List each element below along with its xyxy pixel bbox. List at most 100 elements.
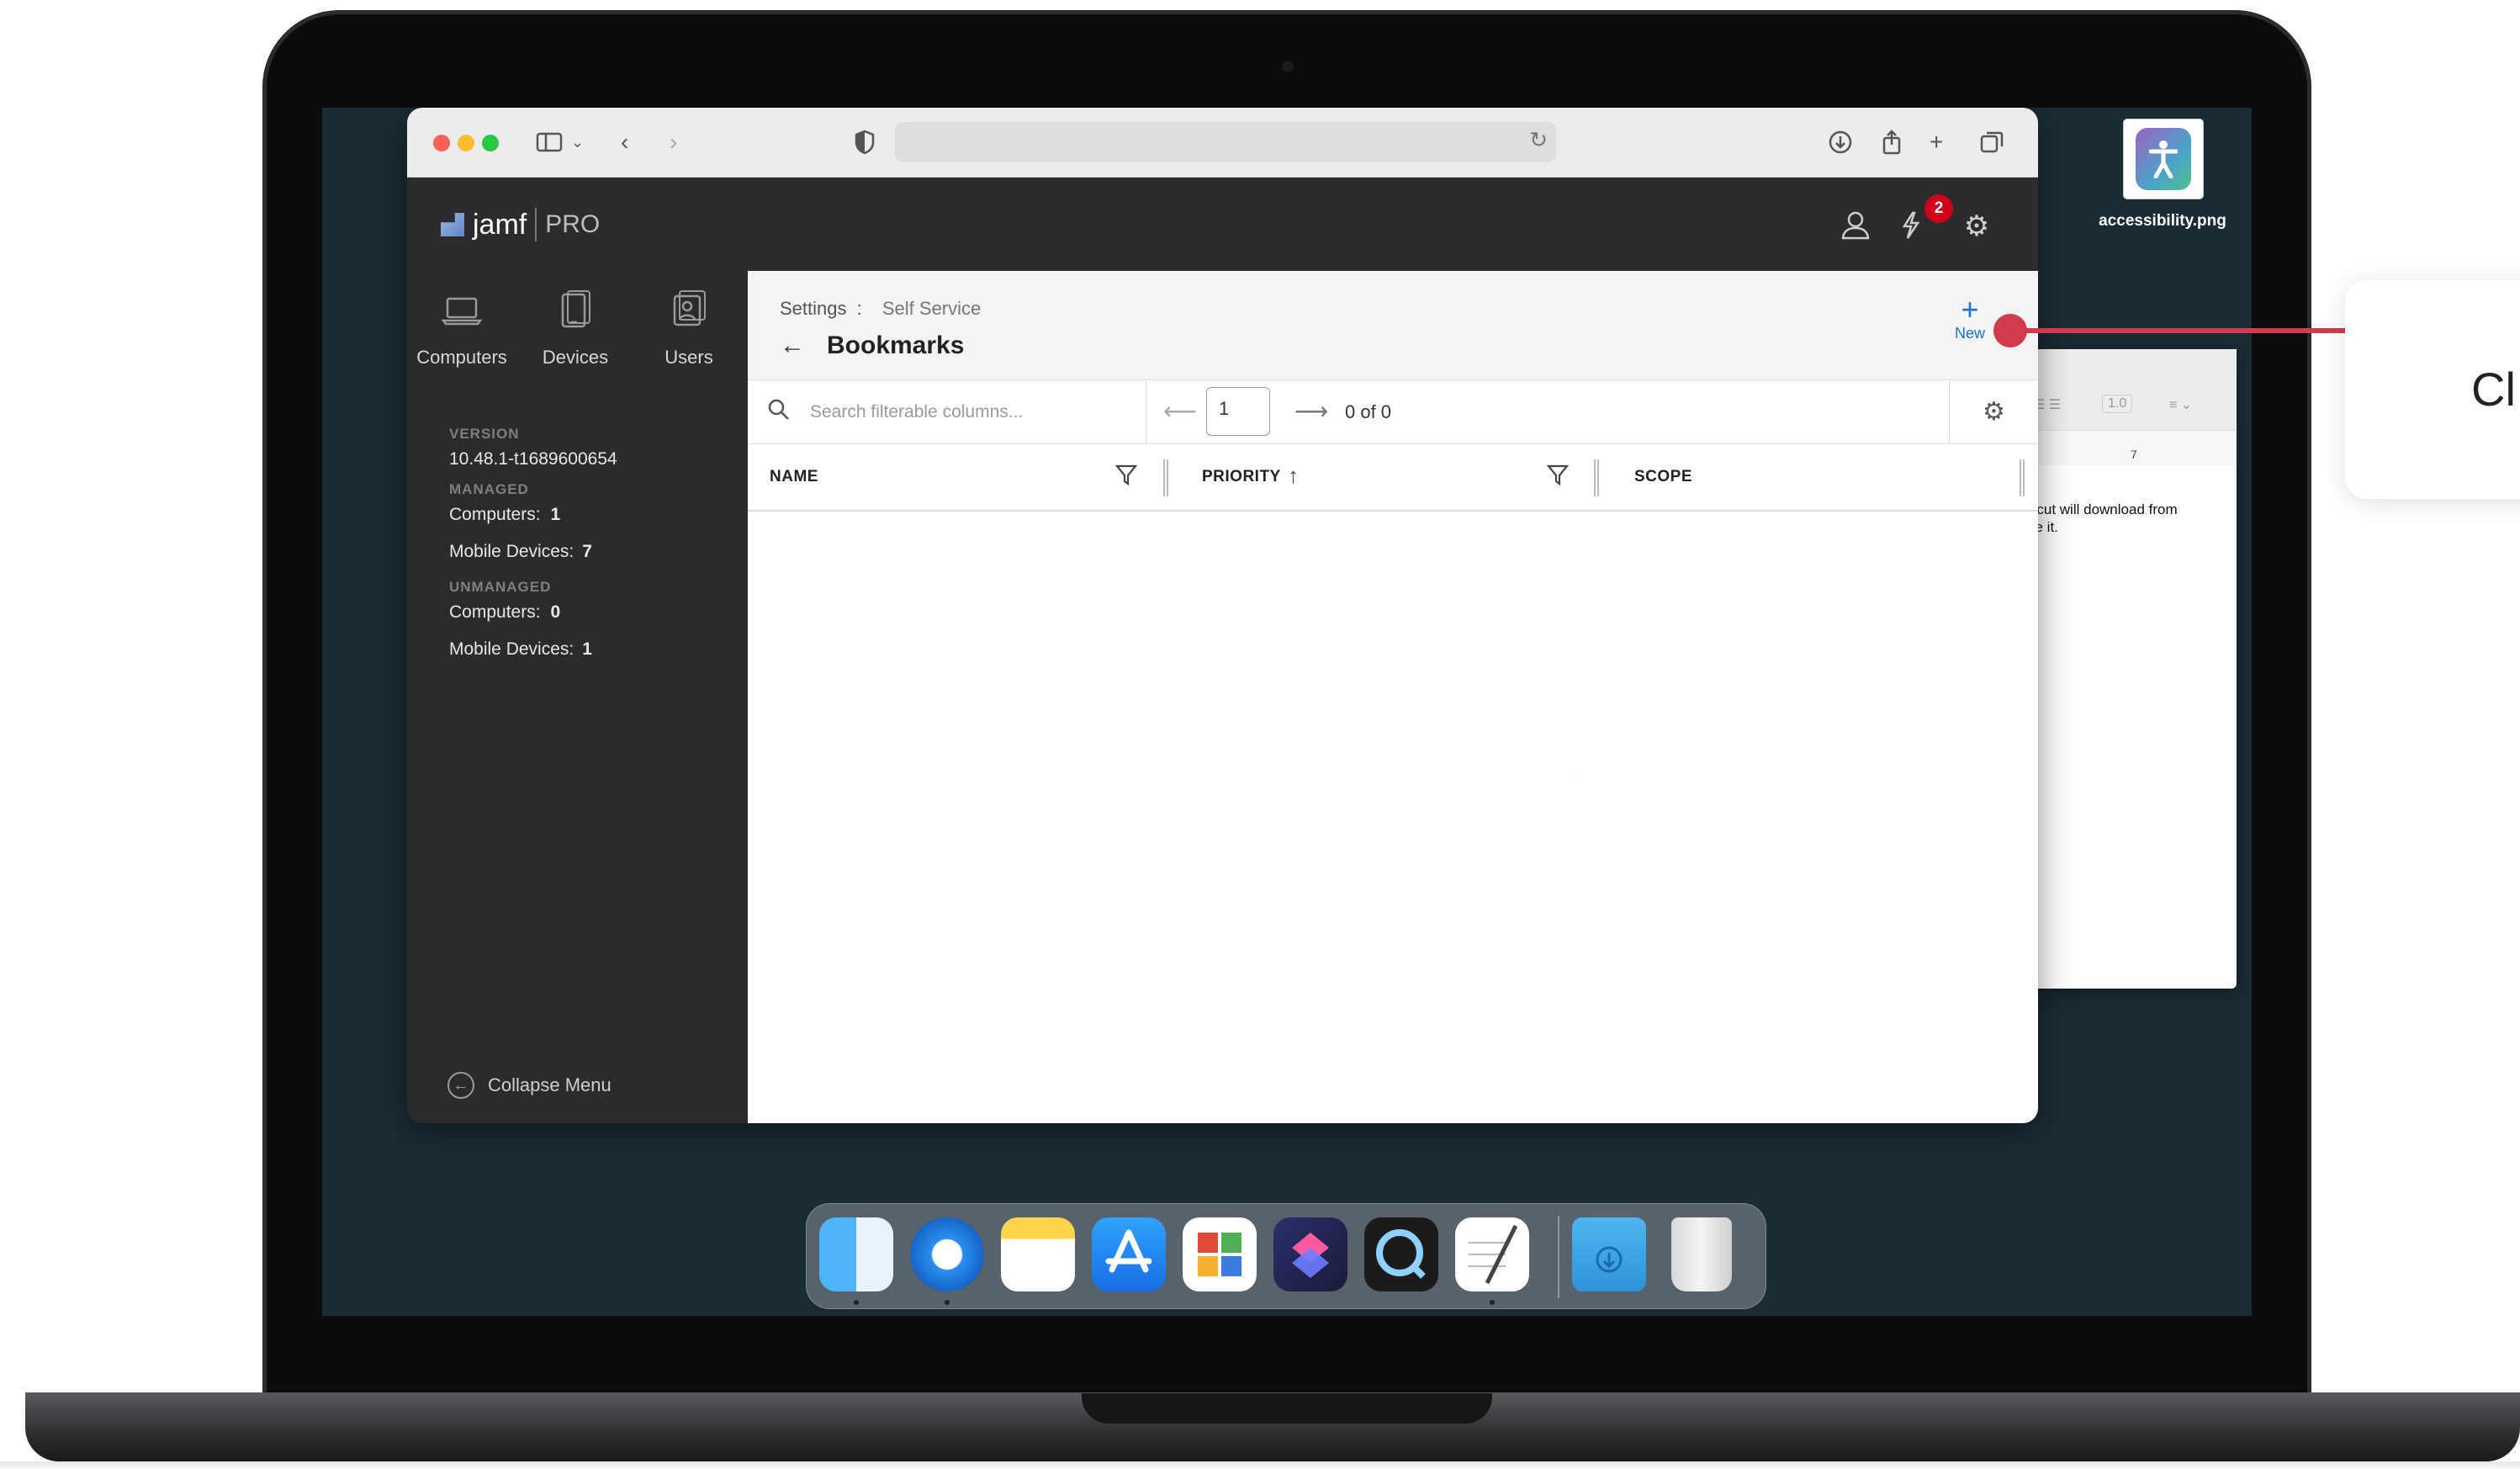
managed-mobile-devices: Mobile Devices: 7 [449, 542, 617, 562]
previous-page-button[interactable]: ⟵ [1163, 397, 1197, 425]
search-field[interactable]: Search filterable columns... [748, 380, 1146, 444]
stat-label: Mobile Devices: [449, 542, 574, 561]
desktop-screen: accessibility.png ☰ ☰ 1.0 ≡ ⌄ 6 7 rtcut … [322, 108, 2252, 1316]
breadcrumb-settings[interactable]: Settings [780, 298, 847, 319]
sidebar-item-users[interactable]: Users [634, 288, 744, 369]
column-header-scope[interactable]: SCOPE [1634, 468, 1692, 486]
brand-name: jamf [473, 208, 527, 241]
next-page-button[interactable]: ⟶ [1294, 397, 1328, 425]
breadcrumb: Settings : Self Service [780, 298, 981, 320]
collapse-menu-label: Collapse Menu [488, 1074, 611, 1095]
page-header: Settings : Self Service ← Bookmarks + Ne… [748, 271, 2038, 380]
callout-line [2010, 328, 2347, 333]
breadcrumb-self-service[interactable]: Self Service [882, 298, 981, 319]
column-resize-handle[interactable] [1163, 459, 1168, 496]
sidebar-toggle-icon[interactable] [535, 128, 564, 156]
column-resize-handle[interactable] [2020, 459, 2025, 496]
dock-separator [1558, 1216, 1559, 1298]
downloads-folder-icon[interactable] [1572, 1217, 1646, 1291]
browser-toolbar: ⌄ ‹ › ↻ + [407, 108, 2038, 178]
notes-app-icon[interactable] [1001, 1217, 1075, 1291]
forward-icon[interactable]: › [670, 128, 677, 156]
address-bar[interactable]: ↻ [895, 122, 1556, 162]
sidebar-item-label: Users [664, 347, 713, 368]
close-window-button[interactable] [433, 135, 450, 151]
page-count: 0 of 0 [1345, 401, 1392, 422]
browser-window: ⌄ ‹ › ↻ + jamf PRO 2 ⚙ Computers Devices… [407, 108, 2038, 1123]
back-icon[interactable]: ‹ [621, 128, 628, 156]
document-line-2: se it. [2028, 519, 2058, 535]
stat-value: 0 [550, 602, 561, 622]
breadcrumb-separator: : [856, 298, 862, 319]
filter-icon[interactable] [1114, 463, 1138, 492]
devices-icon [521, 288, 630, 347]
chevron-down-icon[interactable]: ⌄ [571, 128, 584, 156]
minimize-window-button[interactable] [458, 135, 474, 151]
sidebar-item-label: Devices [542, 347, 609, 368]
stat-value: 7 [582, 542, 592, 561]
list-icon: ≡ ⌄ [2169, 398, 2193, 412]
callout-dot [1993, 314, 2027, 347]
app-store-icon[interactable] [1092, 1217, 1166, 1291]
main-content: Settings : Self Service ← Bookmarks + Ne… [748, 271, 2038, 1123]
tab-overview-icon[interactable] [1978, 128, 2005, 156]
search-placeholder: Search filterable columns... [810, 402, 1024, 422]
self-service-app-icon[interactable] [1183, 1217, 1257, 1291]
stat-label: Mobile Devices: [449, 639, 574, 659]
document-ruler: 6 7 [2021, 430, 2237, 465]
collapse-menu-button[interactable]: ← Collapse Menu [447, 1072, 611, 1099]
new-button[interactable]: + New [1949, 294, 1991, 342]
arrow-left-circle-icon: ← [447, 1072, 474, 1099]
user-icon[interactable] [1837, 208, 1874, 245]
stat-value: 1 [582, 639, 592, 659]
page: accessibility.png ☰ ☰ 1.0 ≡ ⌄ 6 7 rtcut … [0, 0, 2520, 1469]
new-tab-icon[interactable]: + [1930, 128, 1943, 156]
new-button-label: New [1954, 325, 1985, 342]
stat-label: Computers: [449, 602, 541, 622]
table-toolbar: Search filterable columns... ⟵ 1 ⟶ 0 of … [748, 380, 2038, 444]
filter-icon[interactable] [1546, 463, 1570, 492]
camera [1282, 61, 1294, 72]
table-settings-gear-icon[interactable]: ⚙ [1949, 380, 2038, 444]
image-file-icon[interactable] [2124, 119, 2203, 199]
column-header-priority[interactable]: PRIORITY [1202, 468, 1281, 486]
instance-stats: VERSION 10.48.1-t1689600654 MANAGED Comp… [449, 414, 617, 660]
sidebar: Computers Devices Users VERSION 10.48.1-… [407, 271, 748, 1123]
reload-icon[interactable]: ↻ [1529, 127, 1548, 153]
sidebar-item-computers[interactable]: Computers [407, 288, 516, 369]
brand-suffix: PRO [545, 210, 601, 238]
finder-app-icon[interactable] [819, 1217, 893, 1291]
back-arrow-icon[interactable]: ← [780, 331, 805, 360]
running-indicator [1490, 1300, 1495, 1305]
textedit-app-icon[interactable] [1455, 1217, 1529, 1291]
jamf-mark-icon [441, 213, 464, 236]
unmanaged-mobile-devices: Mobile Devices: 1 [449, 639, 617, 660]
accessibility-icon [2149, 141, 2178, 178]
file-name-label: accessibility.png [2099, 212, 2226, 230]
trash-icon[interactable] [1671, 1217, 1732, 1291]
background-document-window[interactable]: ☰ ☰ 1.0 ≡ ⌄ 6 7 rtcut will download from… [2021, 349, 2237, 989]
sidebar-item-devices[interactable]: Devices [521, 288, 630, 369]
safari-app-icon[interactable] [910, 1217, 984, 1291]
notifications-icon[interactable] [1893, 208, 1930, 245]
running-indicator [854, 1300, 859, 1305]
sort-ascending-icon[interactable]: ↑ [1288, 463, 1299, 489]
users-icon [634, 288, 744, 347]
ruler-mark-7: 7 [2131, 448, 2137, 461]
shortcuts-app-icon[interactable] [1273, 1217, 1347, 1291]
version-label: VERSION [449, 426, 520, 442]
page-number-input[interactable]: 1 [1206, 387, 1270, 436]
gear-icon[interactable]: ⚙ [1958, 208, 1995, 245]
line-spacing-select[interactable]: 1.0 [2102, 395, 2133, 413]
share-icon[interactable] [1879, 128, 1904, 156]
zoom-window-button[interactable] [482, 135, 499, 151]
laptop-notch [1082, 1393, 1492, 1424]
logo-divider [535, 208, 537, 241]
column-header-name[interactable]: NAME [770, 468, 818, 486]
quicktime-app-icon[interactable] [1364, 1217, 1438, 1291]
column-resize-handle[interactable] [1594, 459, 1599, 496]
sidebar-item-label: Computers [416, 347, 507, 368]
jamf-logo[interactable]: jamf PRO [441, 208, 600, 241]
shield-icon[interactable] [853, 128, 876, 156]
download-icon[interactable] [1827, 128, 1854, 156]
